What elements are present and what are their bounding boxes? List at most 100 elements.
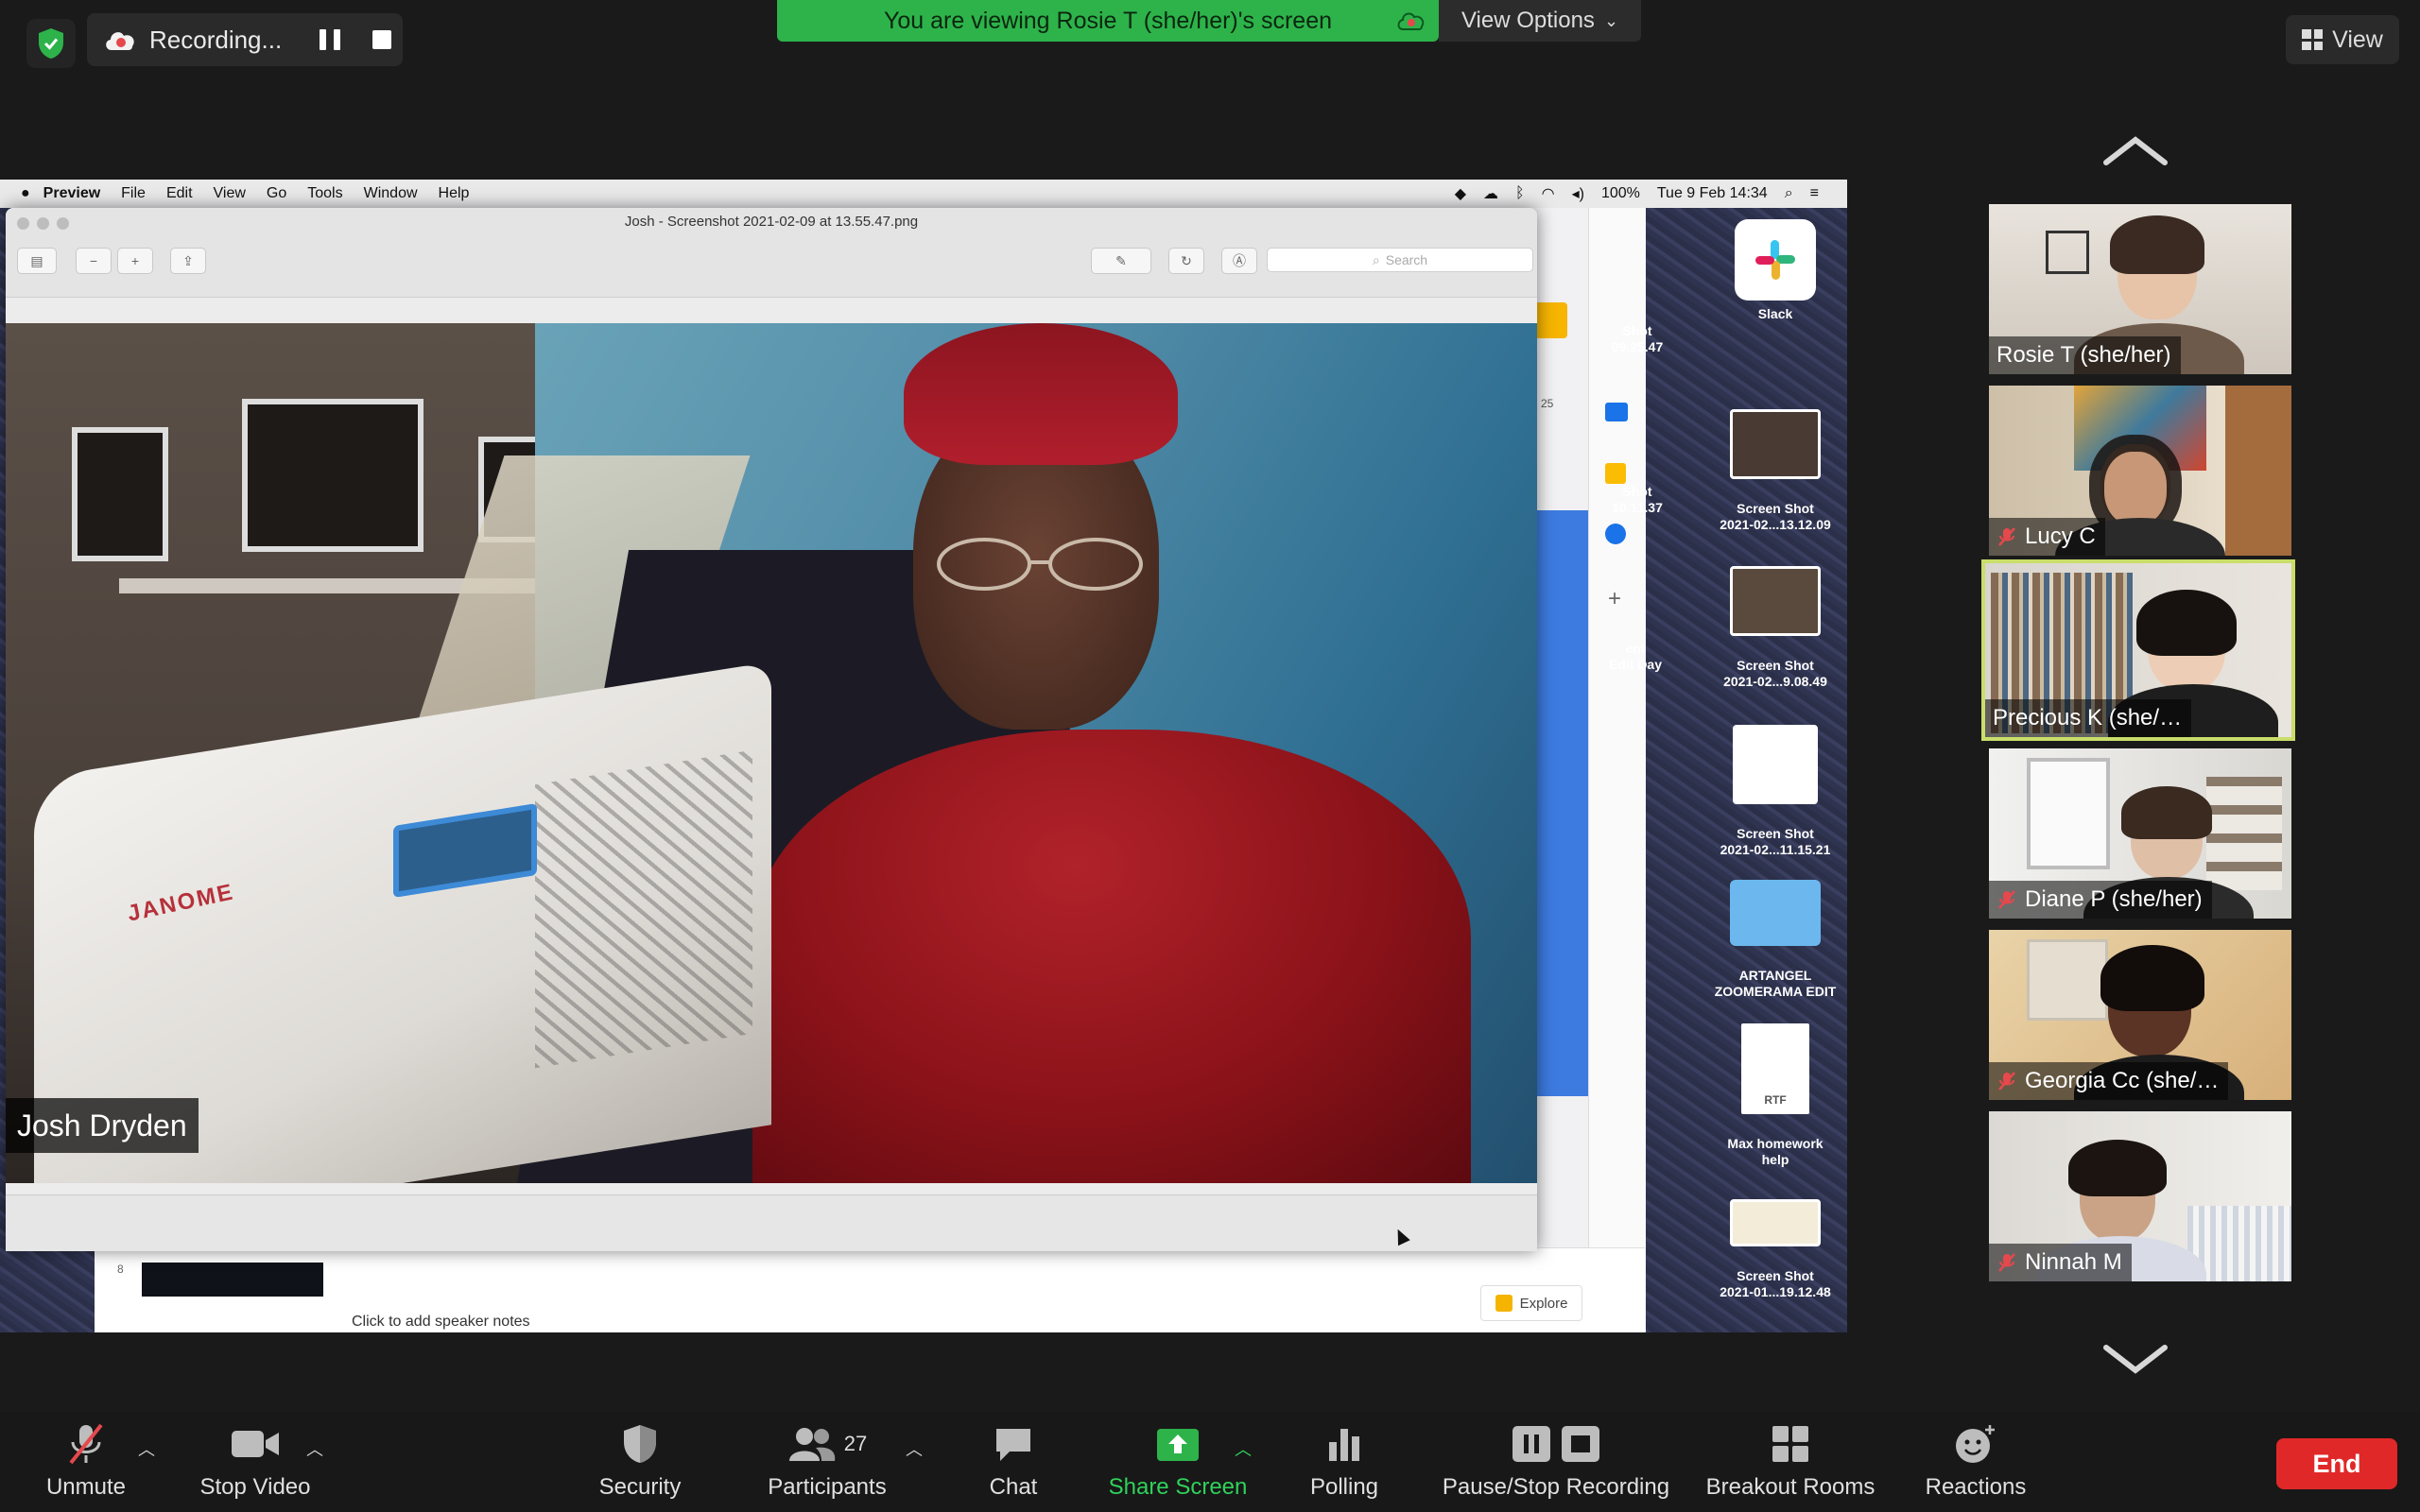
tile-window [2027,758,2110,869]
video-options-caret-icon[interactable]: ︿ [306,1436,323,1461]
tile-person-hair [2068,1140,2167,1196]
menu-item-tools: Tools [307,185,343,201]
tile-person-hair [2136,590,2237,656]
audio-options-caret-icon[interactable]: ︿ [138,1436,155,1461]
pause-stop-recording-button[interactable]: Pause/Stop Recording [1433,1412,1679,1512]
mic-muted-icon [1998,890,2015,909]
folder-icon [1730,880,1821,946]
sidebar-toggle-icon: ▤ [17,248,57,274]
preview-titlebar: Josh - Screenshot 2021-02-09 at 13.55.47… [6,208,1537,238]
polling-button[interactable]: Polling [1299,1412,1390,1512]
slides-bottom-panel [95,1247,1645,1332]
breakout-rooms-label: Breakout Rooms [1705,1474,1876,1500]
participant-tile-precious-active-speaker[interactable]: Precious K (she/… [1981,559,2295,741]
desktop-icon-label: Max homework help [1727,1136,1824,1167]
tile-person-face [2104,452,2167,525]
participant-name: Lucy C [2025,524,2096,549]
mic-muted-icon [1998,1253,2015,1272]
participant-tile-lucy[interactable]: Lucy C [1989,386,2291,556]
cloud-icon [1397,12,1425,30]
rtf-badge: RTF [1764,1093,1787,1107]
reactions-button[interactable]: Reactions [1917,1412,2034,1512]
apple-menu-icon: ● [21,185,30,201]
polling-bar-chart-icon [1325,1421,1363,1467]
breakout-rooms-grid-icon [1771,1421,1810,1467]
participant-name: Georgia Cc (she/… [2025,1068,2220,1093]
participant-tile-ninnah[interactable]: Ninnah M [1989,1111,2291,1281]
scroll-down-chevron-icon[interactable] [2100,1340,2170,1378]
recording-indicator: Recording... [87,13,403,66]
view-button[interactable]: View [2286,15,2399,64]
end-label: End [2312,1449,2361,1478]
mic-muted-icon [63,1421,109,1467]
recording-label: Recording... [149,25,283,54]
slides-side-panel: + [1588,208,1646,1332]
menu-item-file: File [121,185,146,201]
bluetooth-icon: ᛒ [1515,185,1525,201]
breakout-rooms-button[interactable]: Breakout Rooms [1692,1412,1889,1512]
participant-name-bar: Diane P (she/her) [1989,881,2212,919]
share-options-caret-icon[interactable]: ︿ [1235,1436,1252,1461]
view-options-button[interactable]: View Options ⌄ [1439,0,1641,42]
desktop-label-partial: Shot 10.11.37 [1612,484,1663,515]
photo-name-label: Josh Dryden [6,1098,199,1153]
desktop-icon-label: Screen Shot 2021-02...9.08.49 [1723,658,1827,689]
dropbox-icon: ◆ [1454,186,1466,202]
reactions-label: Reactions [1925,1474,2027,1500]
mic-muted-icon [1998,1072,2015,1091]
menu-item-go: Go [266,185,287,201]
share-screen-button[interactable]: Share Screen [1098,1412,1257,1512]
participant-name: Precious K (she/… [1993,705,2183,730]
shared-screen: ● Preview File Edit View Go Tools Window… [0,180,1847,1332]
pause-recording-button[interactable] [320,29,340,50]
screenshot-thumbnail [1730,1199,1821,1246]
tile-shelf [2206,777,2282,890]
menu-item-window: Window [363,185,418,201]
photo-glasses [937,538,1143,591]
share-screen-icon [1155,1421,1201,1467]
stop-recording-button[interactable] [372,30,391,49]
participants-button[interactable]: 27 Participants [756,1412,898,1512]
encryption-shield-icon[interactable] [26,19,76,68]
chat-button[interactable]: Chat [976,1412,1051,1512]
polling-label: Polling [1309,1474,1379,1500]
desktop-label-partial: Shot 09.25.47 [1611,323,1664,354]
unmute-button[interactable]: Unmute [28,1412,144,1512]
speaker-notes: Click to add speaker notes [352,1314,530,1330]
participants-count: 27 [843,1432,868,1455]
participant-tile-diane[interactable]: Diane P (she/her) [1989,748,2291,919]
security-button[interactable]: Security [586,1412,694,1512]
participants-icon: 27 [787,1421,867,1467]
gallery-view-icon [2302,29,2324,50]
end-meeting-button[interactable]: End [2276,1438,2397,1489]
desktop-icon-screenshot: Screen Shot 2021-02...11.15.21 [1709,709,1841,858]
markup-icon: Ⓐ [1221,248,1257,274]
participant-name-bar: Ninnah M [1989,1244,2132,1281]
participant-name-bar: Rosie T (she/her) [1989,336,2181,374]
reactions-emoji-icon [1954,1421,1997,1467]
pause-stop-recording-label: Pause/Stop Recording [1442,1474,1670,1500]
tile-wall-frame [2027,939,2108,1021]
view-label: View [2332,26,2383,53]
mac-menu-bar: ● Preview File Edit View Go Tools Window… [0,180,1847,208]
preview-toolbar: ▤ − + ⇪ ✎ ↻ Ⓐ ⌕ Search [6,238,1537,298]
preview-window-title: Josh - Screenshot 2021-02-09 at 13.55.47… [624,214,919,230]
participant-tile-rosie[interactable]: Rosie T (she/her) [1989,204,2291,374]
battery-percent: 100% [1600,185,1640,201]
window-controls [17,217,69,230]
keep-icon [1605,463,1626,484]
chat-bubble-icon [993,1421,1034,1467]
search-icon: ⌕ [1372,251,1380,267]
stop-video-button[interactable]: Stop Video [185,1412,325,1512]
participants-options-caret-icon[interactable]: ︿ [906,1436,923,1461]
participant-tile-georgia[interactable]: Georgia Cc (she/… [1989,930,2291,1100]
screen-share-banner: You are viewing Rosie T (she/her)'s scre… [777,0,1439,42]
menu-bar-extras: ◆ ☁ ᛒ ◠ ◂) 100% Tue 9 Feb 14:34 ⌕ ≡ [1455,184,1819,203]
desktop-icon-screenshot: Screen Shot 2021-01...19.12.48 [1709,1183,1841,1300]
desktop-icon-label: Screen Shot 2021-01...19.12.48 [1720,1268,1831,1299]
desktop-icon-folder: ARTANGEL ZOOMERAMA EDIT [1709,864,1841,1000]
participant-name-bar: Georgia Cc (she/… [1989,1062,2229,1100]
unmute-label: Unmute [45,1474,127,1500]
desktop-icon-label: ARTANGEL ZOOMERAMA EDIT [1714,968,1837,999]
scroll-up-chevron-icon[interactable] [2100,132,2170,170]
